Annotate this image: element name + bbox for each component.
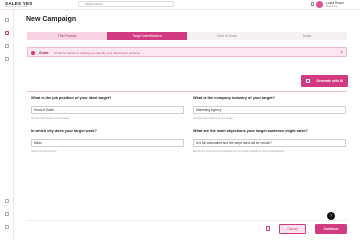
guide-title: Guide — [39, 50, 49, 55]
campaign-icon[interactable] — [5, 31, 9, 35]
page-title: New Campaign — [26, 16, 77, 23]
continue-button[interactable]: Continue — [315, 224, 347, 234]
city-input[interactable] — [31, 139, 184, 147]
question-hint: Add the main industry of your target — [193, 117, 233, 120]
generate-label: Generate with AI — [316, 79, 343, 83]
generate-with-ai-button[interactable]: Generate with AI — [301, 75, 348, 87]
help-button[interactable]: ? — [327, 212, 335, 220]
question-hint: Select the City/Country — [31, 150, 57, 153]
top-bar: SALES YES close smarter, grow faster Luc… — [0, 0, 360, 10]
tab-the-product[interactable]: The Product — [27, 32, 107, 40]
job-position-input[interactable] — [31, 106, 184, 114]
logout-icon[interactable] — [5, 225, 9, 229]
tab-target-identification[interactable]: Target Identification — [107, 32, 187, 40]
objections-input[interactable] — [193, 139, 346, 147]
calendar-icon[interactable] — [5, 57, 9, 61]
search-input[interactable] — [78, 1, 174, 7]
question-hint: Add the Job Position of your target — [31, 117, 70, 120]
close-icon[interactable]: × — [340, 50, 343, 56]
home-icon[interactable] — [5, 18, 9, 22]
help-icon[interactable] — [5, 212, 9, 216]
question-label: What are the main objections your target… — [193, 129, 308, 133]
cancel-button[interactable]: Cancel — [279, 224, 306, 234]
tab-tone-of-voice[interactable]: Tone of Voice — [187, 32, 267, 40]
info-icon — [31, 50, 35, 55]
tab-script[interactable]: Script — [267, 32, 347, 40]
guide-banner: Guide AI will be trained in helping you … — [27, 47, 347, 57]
trash-icon[interactable] — [266, 226, 270, 231]
bell-icon[interactable] — [311, 2, 314, 6]
logo-tagline: close smarter, grow faster — [5, 6, 28, 8]
settings-icon[interactable] — [5, 199, 9, 203]
divider — [27, 91, 347, 92]
sidebar — [0, 10, 14, 240]
question-hint: Identify the most common objections of y… — [193, 150, 285, 153]
question-label: What is the company industry of your tar… — [193, 96, 275, 100]
user-role: Marketing — [326, 4, 338, 8]
analytics-icon[interactable] — [5, 44, 9, 48]
avatar[interactable] — [316, 1, 323, 8]
question-label: What is the job position of your ideal t… — [31, 96, 112, 100]
company-industry-input[interactable] — [193, 106, 346, 114]
question-label: In which city does your target work? — [31, 129, 97, 133]
step-tabs: The Product Target Identification Tone o… — [27, 32, 347, 40]
footer-divider — [27, 220, 347, 221]
guide-text: AI will be trained in helping you identi… — [54, 51, 141, 55]
document-sparkle-icon — [306, 78, 310, 83]
